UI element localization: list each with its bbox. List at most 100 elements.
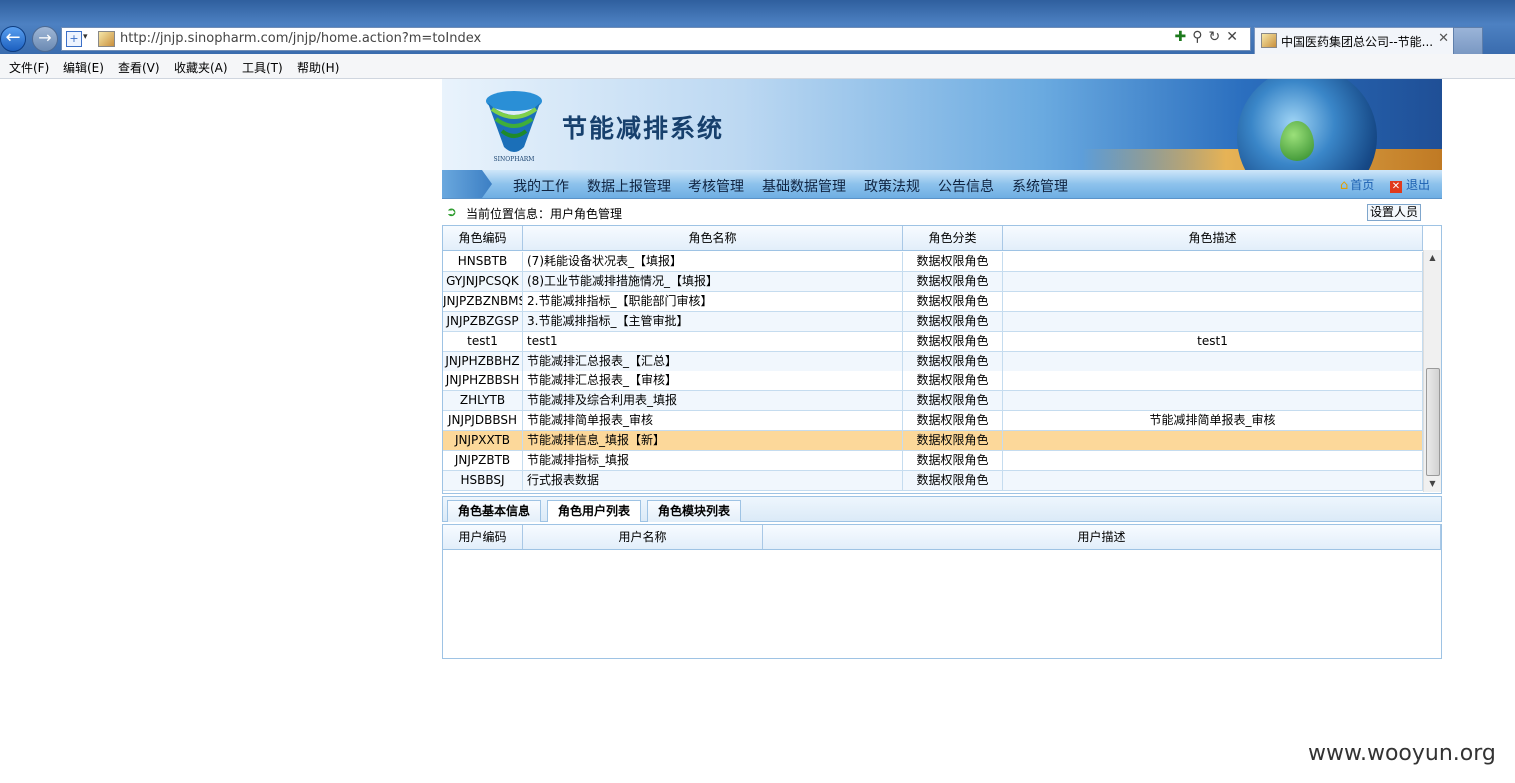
- home-link[interactable]: ⌂ 首页: [1340, 176, 1374, 193]
- table-row[interactable]: ZHLYTB 节能减排及综合利用表_填报 数据权限角色: [443, 391, 1423, 412]
- users-table: 用户编码 用户名称 用户描述: [442, 524, 1442, 659]
- table-row[interactable]: JNJPHZBBSH 节能减排汇总报表_【审核】 数据权限角色: [443, 371, 1423, 392]
- table-row[interactable]: JNJPZBTB 节能减排指标_填报 数据权限角色: [443, 451, 1423, 471]
- menu-help[interactable]: 帮助(H): [297, 59, 339, 76]
- tab-role-module-list[interactable]: 角色模块列表: [647, 500, 742, 522]
- table-row[interactable]: test1 test1 数据权限角色 test1: [443, 331, 1423, 352]
- close-icon[interactable]: ✕: [1226, 29, 1244, 45]
- address-tools: ✚⚲↻✕: [1175, 29, 1244, 45]
- location-arrow-icon: ➲: [446, 205, 457, 220]
- scroll-thumb[interactable]: [1426, 368, 1440, 476]
- tab-close-icon[interactable]: ✕: [1438, 31, 1449, 46]
- menu-file[interactable]: 文件(F): [9, 59, 49, 76]
- role-category-cell: 数据权限角色: [903, 351, 1003, 371]
- role-category-cell: 数据权限角色: [903, 391, 1003, 411]
- role-desc-cell: 节能减排简单报表_审核: [1003, 411, 1423, 431]
- col-user-code[interactable]: 用户编码: [443, 525, 523, 549]
- role-code-cell: JNJPZBZGSP: [443, 311, 523, 331]
- col-role-category[interactable]: 角色分类: [903, 226, 1003, 250]
- menu-view[interactable]: 查看(V): [118, 59, 160, 76]
- nav-basic-data[interactable]: 基础数据管理: [762, 176, 846, 196]
- role-code-cell: HSBBSJ: [443, 470, 523, 490]
- role-name-cell: 3.节能减排指标_【主管审批】: [523, 311, 903, 331]
- forward-button[interactable]: →: [32, 26, 58, 52]
- leaf-icon: [1280, 121, 1314, 161]
- role-desc-cell: [1003, 371, 1423, 391]
- role-name-cell: 节能减排及综合利用表_填报: [523, 391, 903, 411]
- table-row[interactable]: JNJPJDBBSH 节能减排简单报表_审核 数据权限角色 节能减排简单报表_审核: [443, 411, 1423, 432]
- nav-policy[interactable]: 政策法规: [864, 176, 920, 196]
- role-category-cell: 数据权限角色: [903, 431, 1003, 451]
- col-user-name[interactable]: 用户名称: [523, 525, 763, 549]
- exit-link[interactable]: ✕ 退出: [1390, 176, 1430, 193]
- address-bar[interactable]: + ▾ http://jnjp.sinopharm.com/jnjp/home.…: [61, 27, 1251, 51]
- compat-icon[interactable]: ✚: [1175, 29, 1193, 45]
- search-icon[interactable]: ⚲: [1192, 29, 1208, 45]
- nav-my-work[interactable]: 我的工作: [513, 176, 569, 196]
- browser-chrome: ← → + ▾ http://jnjp.sinopharm.com/jnjp/h…: [0, 0, 1515, 55]
- nav-system-mgmt[interactable]: 系统管理: [1012, 176, 1068, 196]
- table-row[interactable]: JNJPXXTB 节能减排信息_填报【新】 数据权限角色: [443, 431, 1423, 452]
- back-button[interactable]: ←: [0, 26, 26, 52]
- table-row[interactable]: GYJNJPCSQK (8)工业节能减排措施情况_【填报】 数据权限角色: [443, 271, 1423, 292]
- role-name-cell: 节能减排简单报表_审核: [523, 411, 903, 431]
- role-category-cell: 数据权限角色: [903, 451, 1003, 470]
- role-code-cell: JNJPHZBBHZ: [443, 351, 523, 371]
- role-desc-cell: test1: [1003, 331, 1423, 351]
- role-category-cell: 数据权限角色: [903, 311, 1003, 331]
- table-row[interactable]: JNJPZBZGSP 3.节能减排指标_【主管审批】 数据权限角色: [443, 311, 1423, 332]
- home-label: 首页: [1350, 178, 1375, 192]
- chevron-down-icon[interactable]: ▾: [83, 32, 88, 42]
- home-icon: ⌂: [1340, 178, 1349, 193]
- location-text: 当前位置信息：用户角色管理: [466, 207, 623, 221]
- exit-icon: ✕: [1390, 181, 1402, 193]
- roles-table: 角色编码 角色名称 角色分类 角色描述 HNSBTB (7)耗能设备状况表_【填报…: [442, 225, 1442, 494]
- col-role-desc[interactable]: 角色描述: [1003, 226, 1423, 250]
- menu-tools[interactable]: 工具(T): [242, 59, 283, 76]
- nav-assessment[interactable]: 考核管理: [688, 176, 744, 196]
- new-tab-button[interactable]: [1453, 27, 1483, 55]
- site-shield-icon: +: [66, 31, 82, 47]
- tab-role-basic-info[interactable]: 角色基本信息: [447, 500, 542, 522]
- role-code-cell: GYJNJPCSQK: [443, 271, 523, 291]
- scroll-up-icon[interactable]: ▲: [1424, 250, 1441, 266]
- set-users-button[interactable]: 设置人员: [1367, 204, 1421, 221]
- role-category-cell: 数据权限角色: [903, 331, 1003, 351]
- app-banner: SINOPHARM 节能减排系统: [442, 79, 1442, 170]
- sinopharm-logo: SINOPHARM: [486, 91, 542, 163]
- users-table-header: 用户编码 用户名称 用户描述: [443, 525, 1441, 550]
- roles-table-header: 角色编码 角色名称 角色分类 角色描述: [443, 226, 1423, 251]
- scroll-down-icon[interactable]: ▼: [1424, 476, 1441, 492]
- menu-bar: 文件(F) 编辑(E) 查看(V) 收藏夹(A) 工具(T) 帮助(H): [0, 54, 1515, 79]
- table-row[interactable]: JNJPZBZNBMS 2.节能减排指标_【职能部门审核】 数据权限角色: [443, 291, 1423, 312]
- role-code-cell: HNSBTB: [443, 252, 523, 271]
- col-role-name[interactable]: 角色名称: [523, 226, 903, 250]
- browser-tab[interactable]: 中国医药集团总公司--节能... ✕: [1254, 27, 1454, 54]
- role-code-cell: test1: [443, 331, 523, 351]
- table-row[interactable]: HNSBTB (7)耗能设备状况表_【填报】 数据权限角色: [443, 252, 1423, 272]
- role-name-cell: 节能减排汇总报表_【汇总】: [523, 351, 903, 371]
- table-row[interactable]: HSBBSJ 行式报表数据 数据权限角色: [443, 470, 1423, 491]
- menu-edit[interactable]: 编辑(E): [63, 59, 104, 76]
- table-row[interactable]: JNJPHZBBHZ 节能减排汇总报表_【汇总】 数据权限角色: [443, 351, 1423, 372]
- favicon-icon: [98, 31, 115, 47]
- nav-arrow-icon: [442, 170, 492, 198]
- app-page: SINOPHARM 节能减排系统 我的工作 数据上报管理 考核管理 基础数据管理…: [442, 79, 1442, 659]
- roles-vertical-scrollbar[interactable]: ▲ ▼: [1423, 250, 1441, 492]
- role-name-cell: 2.节能减排指标_【职能部门审核】: [523, 291, 903, 311]
- role-code-cell: JNJPZBZNBMS: [443, 291, 523, 311]
- logo-text: SINOPHARM: [494, 156, 535, 163]
- col-user-desc[interactable]: 用户描述: [763, 525, 1441, 549]
- nav-announcement[interactable]: 公告信息: [938, 176, 994, 196]
- tab-role-user-list[interactable]: 角色用户列表: [547, 500, 642, 522]
- refresh-icon[interactable]: ↻: [1209, 29, 1227, 45]
- role-name-cell: 节能减排指标_填报: [523, 451, 903, 470]
- menu-favorites[interactable]: 收藏夹(A): [174, 59, 228, 76]
- nav-data-report[interactable]: 数据上报管理: [587, 176, 671, 196]
- url-text[interactable]: http://jnjp.sinopharm.com/jnjp/home.acti…: [120, 31, 481, 46]
- role-category-cell: 数据权限角色: [903, 371, 1003, 391]
- role-name-cell: (7)耗能设备状况表_【填报】: [523, 252, 903, 271]
- col-role-code[interactable]: 角色编码: [443, 226, 523, 250]
- detail-tabs: 角色基本信息 角色用户列表 角色模块列表: [442, 496, 1442, 522]
- role-category-cell: 数据权限角色: [903, 271, 1003, 291]
